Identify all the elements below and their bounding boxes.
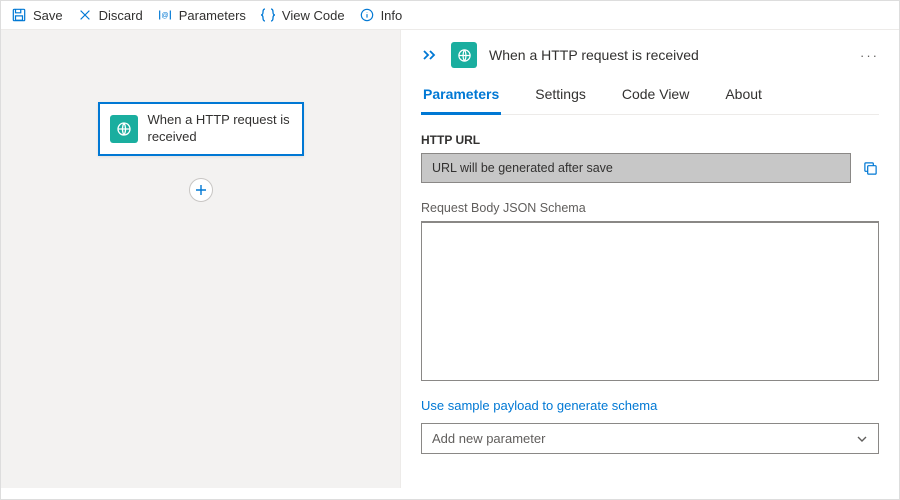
chevron-down-icon <box>856 433 868 445</box>
toolbar: Save Discard @ Parameters View Code Info <box>1 1 899 30</box>
designer-canvas[interactable]: When a HTTP request is received <box>1 30 401 488</box>
tab-settings[interactable]: Settings <box>533 80 588 114</box>
discard-icon <box>77 7 93 23</box>
panel-title: When a HTTP request is received <box>489 47 699 63</box>
viewcode-button[interactable]: View Code <box>260 7 345 23</box>
parameters-button[interactable]: @ Parameters <box>157 7 246 23</box>
parameters-icon: @ <box>157 7 173 23</box>
save-icon <box>11 7 27 23</box>
add-step-button[interactable] <box>189 178 213 202</box>
discard-button[interactable]: Discard <box>77 7 143 23</box>
schema-label: Request Body JSON Schema <box>421 201 879 215</box>
tab-about[interactable]: About <box>723 80 764 114</box>
copy-url-button[interactable] <box>861 159 879 177</box>
trigger-card-label: When a HTTP request is received <box>148 112 292 146</box>
info-button[interactable]: Info <box>359 7 403 23</box>
http-trigger-icon <box>451 42 477 68</box>
http-url-label: HTTP URL <box>421 133 879 147</box>
save-label: Save <box>33 8 63 23</box>
http-url-row: URL will be generated after save <box>421 153 879 183</box>
http-trigger-icon <box>110 115 138 143</box>
sample-payload-link[interactable]: Use sample payload to generate schema <box>421 398 657 413</box>
svg-text:@: @ <box>161 12 168 20</box>
tab-codeview[interactable]: Code View <box>620 80 691 114</box>
info-label: Info <box>381 8 403 23</box>
trigger-card[interactable]: When a HTTP request is received <box>98 102 304 156</box>
add-parameter-placeholder: Add new parameter <box>432 431 545 446</box>
http-url-field: URL will be generated after save <box>421 153 851 183</box>
collapse-panel-icon[interactable] <box>421 48 439 62</box>
panel-tabs: Parameters Settings Code View About <box>421 80 879 115</box>
viewcode-label: View Code <box>282 8 345 23</box>
details-panel: When a HTTP request is received ··· Para… <box>401 30 899 488</box>
more-options-button[interactable]: ··· <box>860 48 879 63</box>
parameters-label: Parameters <box>179 8 246 23</box>
tab-parameters[interactable]: Parameters <box>421 80 501 115</box>
schema-input[interactable] <box>421 221 879 381</box>
braces-icon <box>260 7 276 23</box>
main: When a HTTP request is received When a H… <box>1 30 899 488</box>
discard-label: Discard <box>99 8 143 23</box>
save-button[interactable]: Save <box>11 7 63 23</box>
panel-header: When a HTTP request is received ··· <box>421 42 879 68</box>
info-icon <box>359 7 375 23</box>
add-parameter-dropdown[interactable]: Add new parameter <box>421 423 879 454</box>
